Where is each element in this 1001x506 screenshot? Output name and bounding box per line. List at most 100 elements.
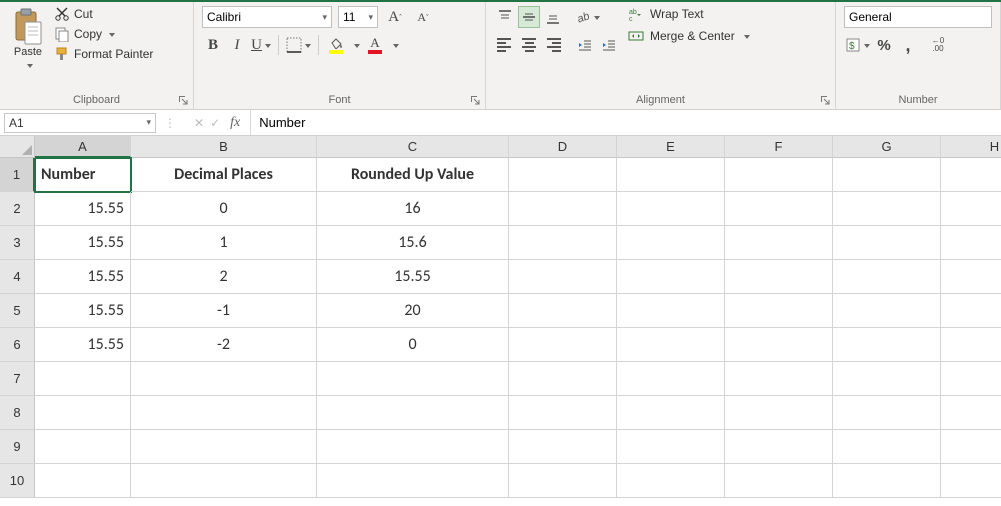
cell-G2[interactable] xyxy=(833,192,941,226)
cell-B7[interactable] xyxy=(131,362,317,396)
cell-C7[interactable] xyxy=(317,362,509,396)
cell-H4[interactable] xyxy=(941,260,1001,294)
orientation-button[interactable]: ab xyxy=(574,6,601,28)
row-header-3[interactable]: 3 xyxy=(0,226,35,260)
cell-E7[interactable] xyxy=(617,362,725,396)
cell-G3[interactable] xyxy=(833,226,941,260)
cell-B4[interactable]: 2 xyxy=(131,260,317,294)
column-header-E[interactable]: E xyxy=(617,136,725,158)
cell-E1[interactable] xyxy=(617,158,725,192)
wrap-text-button[interactable]: abc Wrap Text xyxy=(628,6,750,22)
clipboard-launcher[interactable] xyxy=(177,94,189,106)
align-top-button[interactable] xyxy=(494,6,516,28)
cell-G6[interactable] xyxy=(833,328,941,362)
column-header-G[interactable]: G xyxy=(833,136,941,158)
cell-H10[interactable] xyxy=(941,464,1001,498)
align-bottom-button[interactable] xyxy=(542,6,564,28)
cell-D1[interactable] xyxy=(509,158,617,192)
cell-B1[interactable]: Decimal Places xyxy=(131,158,317,192)
row-header-4[interactable]: 4 xyxy=(0,260,35,294)
format-painter-button[interactable]: Format Painter xyxy=(54,46,153,62)
cell-H3[interactable] xyxy=(941,226,1001,260)
cell-F9[interactable] xyxy=(725,430,833,464)
bold-button[interactable]: B xyxy=(202,34,224,56)
cell-D10[interactable] xyxy=(509,464,617,498)
cell-G5[interactable] xyxy=(833,294,941,328)
cell-G8[interactable] xyxy=(833,396,941,430)
accounting-format-button[interactable]: $ xyxy=(844,34,871,56)
cell-C8[interactable] xyxy=(317,396,509,430)
column-header-H[interactable]: H xyxy=(941,136,1001,158)
cell-D8[interactable] xyxy=(509,396,617,430)
cell-G1[interactable] xyxy=(833,158,941,192)
fill-color-button[interactable] xyxy=(325,34,347,56)
cell-F10[interactable] xyxy=(725,464,833,498)
column-header-A[interactable]: A xyxy=(35,136,131,158)
cell-D6[interactable] xyxy=(509,328,617,362)
cell-E9[interactable] xyxy=(617,430,725,464)
select-all-corner[interactable] xyxy=(0,136,35,158)
cell-H1[interactable] xyxy=(941,158,1001,192)
cell-F1[interactable] xyxy=(725,158,833,192)
cell-E8[interactable] xyxy=(617,396,725,430)
cell-C6[interactable]: 0 xyxy=(317,328,509,362)
row-header-10[interactable]: 10 xyxy=(0,464,35,498)
fx-icon[interactable]: fx xyxy=(230,115,240,131)
cell-E5[interactable] xyxy=(617,294,725,328)
cell-C2[interactable]: 16 xyxy=(317,192,509,226)
chevron-down-icon[interactable] xyxy=(349,38,362,52)
cell-H7[interactable] xyxy=(941,362,1001,396)
cell-B8[interactable] xyxy=(131,396,317,430)
cell-F7[interactable] xyxy=(725,362,833,396)
increase-font-button[interactable]: Aˆ xyxy=(384,6,406,28)
number-format-combo[interactable] xyxy=(844,6,992,28)
cut-button[interactable]: Cut xyxy=(54,6,153,22)
row-header-1[interactable]: 1 xyxy=(0,158,35,192)
cell-F8[interactable] xyxy=(725,396,833,430)
italic-button[interactable]: I xyxy=(226,34,248,56)
font-name-input[interactable] xyxy=(207,10,318,24)
cell-H8[interactable] xyxy=(941,396,1001,430)
chevron-down-icon[interactable] xyxy=(388,38,401,52)
cell-F3[interactable] xyxy=(725,226,833,260)
cell-A3[interactable]: 15.55 xyxy=(35,226,131,260)
cell-F5[interactable] xyxy=(725,294,833,328)
cell-D2[interactable] xyxy=(509,192,617,226)
row-header-6[interactable]: 6 xyxy=(0,328,35,362)
cell-G7[interactable] xyxy=(833,362,941,396)
copy-button[interactable]: Copy xyxy=(54,26,153,42)
column-header-D[interactable]: D xyxy=(509,136,617,158)
enter-formula-button[interactable]: ✓ xyxy=(210,116,220,130)
cell-A5[interactable]: 15.55 xyxy=(35,294,131,328)
font-size-combo[interactable]: ▾ xyxy=(338,6,378,28)
row-header-7[interactable]: 7 xyxy=(0,362,35,396)
font-size-input[interactable] xyxy=(343,10,364,24)
cancel-formula-button[interactable]: ✕ xyxy=(194,116,204,130)
cell-E10[interactable] xyxy=(617,464,725,498)
cell-B3[interactable]: 1 xyxy=(131,226,317,260)
align-left-button[interactable] xyxy=(494,34,516,56)
decrease-indent-button[interactable] xyxy=(574,34,596,56)
font-name-combo[interactable]: ▾ xyxy=(202,6,332,28)
cell-B5[interactable]: -1 xyxy=(131,294,317,328)
increase-decimal-button[interactable]: ←0 .00 xyxy=(927,34,949,56)
cell-A1[interactable]: Number xyxy=(35,158,131,192)
cell-E4[interactable] xyxy=(617,260,725,294)
cell-B10[interactable] xyxy=(131,464,317,498)
cell-E6[interactable] xyxy=(617,328,725,362)
column-header-B[interactable]: B xyxy=(131,136,317,158)
cell-C4[interactable]: 15.55 xyxy=(317,260,509,294)
cell-D4[interactable] xyxy=(509,260,617,294)
cell-H2[interactable] xyxy=(941,192,1001,226)
cell-G10[interactable] xyxy=(833,464,941,498)
cell-F4[interactable] xyxy=(725,260,833,294)
cell-E2[interactable] xyxy=(617,192,725,226)
column-header-C[interactable]: C xyxy=(317,136,509,158)
row-header-5[interactable]: 5 xyxy=(0,294,35,328)
cell-C10[interactable] xyxy=(317,464,509,498)
comma-button[interactable]: , xyxy=(897,34,919,56)
cell-F6[interactable] xyxy=(725,328,833,362)
number-format-input[interactable] xyxy=(849,10,987,24)
align-middle-button[interactable] xyxy=(518,6,540,28)
formula-input[interactable] xyxy=(250,110,1001,135)
